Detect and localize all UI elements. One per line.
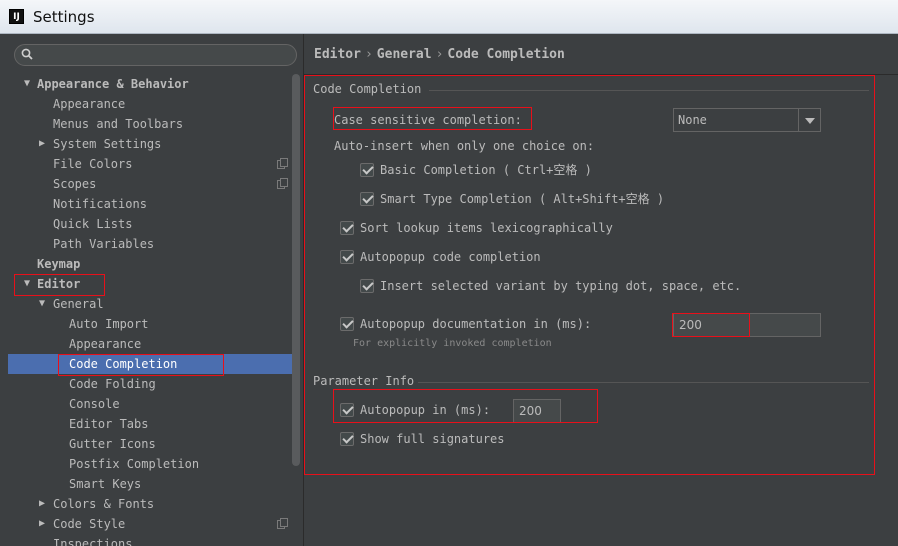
smart-type-completion-label[interactable]: Smart Type Completion ( Alt+Shift+空格 ) bbox=[380, 191, 664, 207]
tree-item-console[interactable]: Console bbox=[8, 394, 293, 414]
tree-item-menus-toolbars[interactable]: Menus and Toolbars bbox=[8, 114, 293, 134]
autopopup-completion-label[interactable]: Autopopup code completion bbox=[360, 249, 541, 265]
project-scope-icon bbox=[277, 178, 288, 189]
intellij-app-icon: IJ bbox=[9, 9, 24, 24]
tree-item-quick-lists[interactable]: Quick Lists bbox=[8, 214, 293, 234]
expand-down-icon[interactable]: ▼ bbox=[22, 274, 32, 294]
breadcrumb-editor: Editor bbox=[314, 47, 361, 62]
expand-right-icon[interactable]: ▶ bbox=[37, 494, 47, 514]
window-title: Settings bbox=[33, 8, 95, 26]
tree-item-path-variables[interactable]: Path Variables bbox=[8, 234, 293, 254]
tree-item-colors-fonts[interactable]: ▶ Colors & Fonts bbox=[8, 494, 293, 514]
autopopup-documentation-checkbox[interactable] bbox=[340, 317, 354, 331]
tree-scrollbar[interactable] bbox=[292, 74, 300, 466]
sort-lexicographically-label[interactable]: Sort lookup items lexicographically bbox=[360, 220, 613, 236]
expand-right-icon[interactable]: ▶ bbox=[37, 514, 47, 534]
tree-item-notifications[interactable]: Notifications bbox=[8, 194, 293, 214]
tree-item-scopes[interactable]: Scopes bbox=[8, 174, 293, 194]
tree-item-inspections[interactable]: Inspections bbox=[8, 534, 293, 546]
parameter-info-group-title: Parameter Info bbox=[313, 374, 415, 388]
tree-item-smart-keys[interactable]: Smart Keys bbox=[8, 474, 293, 494]
window-titlebar: IJ Settings bbox=[0, 0, 898, 34]
expand-down-icon[interactable]: ▼ bbox=[22, 74, 32, 94]
expand-down-icon[interactable]: ▼ bbox=[37, 294, 47, 314]
project-scope-icon bbox=[277, 158, 288, 169]
tree-item-general-appearance[interactable]: Appearance bbox=[8, 334, 293, 354]
basic-completion-checkbox[interactable] bbox=[360, 163, 374, 177]
tree-item-code-completion[interactable]: Code Completion bbox=[8, 354, 293, 374]
tree-item-appearance-behavior[interactable]: ▼ Appearance & Behavior bbox=[8, 74, 293, 94]
tree-item-system-settings[interactable]: ▶ System Settings bbox=[8, 134, 293, 154]
smart-type-completion-checkbox[interactable] bbox=[360, 192, 374, 206]
param-autopopup-label[interactable]: Autopopup in (ms): bbox=[360, 402, 490, 418]
basic-completion-label[interactable]: Basic Completion ( Ctrl+空格 ) bbox=[380, 162, 592, 178]
tree-item-editor[interactable]: ▼ Editor bbox=[8, 274, 293, 294]
param-autopopup-input[interactable]: 200 bbox=[513, 399, 561, 423]
explicit-invocation-hint: For explicitly invoked completion bbox=[353, 338, 552, 349]
insert-selected-variant-label[interactable]: Insert selected variant by typing dot, s… bbox=[380, 278, 741, 294]
sort-lexicographically-checkbox[interactable] bbox=[340, 221, 354, 235]
breadcrumb-general: General bbox=[376, 47, 432, 62]
case-sensitive-select[interactable]: None bbox=[673, 108, 821, 132]
settings-content-panel: Editor › General › Code Completion Code Comp… bbox=[304, 34, 898, 546]
insert-selected-variant-checkbox[interactable] bbox=[360, 279, 374, 293]
tree-item-postfix-completion[interactable]: Postfix Completion bbox=[8, 454, 293, 474]
case-sensitive-value: None bbox=[678, 113, 707, 127]
autopopup-completion-checkbox[interactable] bbox=[340, 250, 354, 264]
tree-item-code-style[interactable]: ▶ Code Style bbox=[8, 514, 293, 534]
breadcrumb-divider bbox=[304, 74, 898, 75]
tree-item-gutter-icons[interactable]: Gutter Icons bbox=[8, 434, 293, 454]
breadcrumb-code-completion: Code Completion bbox=[447, 47, 565, 62]
settings-search-input[interactable] bbox=[14, 44, 297, 66]
tree-item-auto-import[interactable]: Auto Import bbox=[8, 314, 293, 334]
show-full-signatures-checkbox[interactable] bbox=[340, 432, 354, 446]
expand-right-icon[interactable]: ▶ bbox=[37, 134, 47, 154]
tree-item-code-folding[interactable]: Code Folding bbox=[8, 374, 293, 394]
tree-item-editor-tabs[interactable]: Editor Tabs bbox=[8, 414, 293, 434]
param-autopopup-checkbox[interactable] bbox=[340, 403, 354, 417]
tree-item-keymap[interactable]: Keymap bbox=[8, 254, 293, 274]
settings-tree-panel: ▼ Appearance & Behavior Appearance Menus… bbox=[8, 34, 303, 546]
breadcrumb-separator: › bbox=[435, 47, 444, 62]
group-separator bbox=[429, 90, 869, 91]
tree-item-appearance[interactable]: Appearance bbox=[8, 94, 293, 114]
auto-insert-label: Auto-insert when only one choice on: bbox=[334, 139, 595, 153]
autopopup-documentation-label[interactable]: Autopopup documentation in (ms): bbox=[360, 316, 591, 332]
show-full-signatures-label[interactable]: Show full signatures bbox=[360, 431, 505, 447]
autopopup-documentation-input[interactable]: 200 bbox=[673, 313, 821, 337]
case-sensitive-label: Case sensitive completion: bbox=[334, 113, 522, 127]
project-scope-icon bbox=[277, 518, 288, 529]
search-icon bbox=[21, 48, 33, 60]
group-separator bbox=[418, 382, 869, 383]
code-completion-group-title: Code Completion bbox=[313, 82, 422, 96]
tree-item-general[interactable]: ▼ General bbox=[8, 294, 293, 314]
breadcrumb-separator: › bbox=[364, 47, 373, 62]
breadcrumb: Editor › General › Code Completion bbox=[314, 47, 565, 62]
chevron-down-icon[interactable] bbox=[798, 109, 820, 131]
tree-item-file-colors[interactable]: File Colors bbox=[8, 154, 293, 174]
